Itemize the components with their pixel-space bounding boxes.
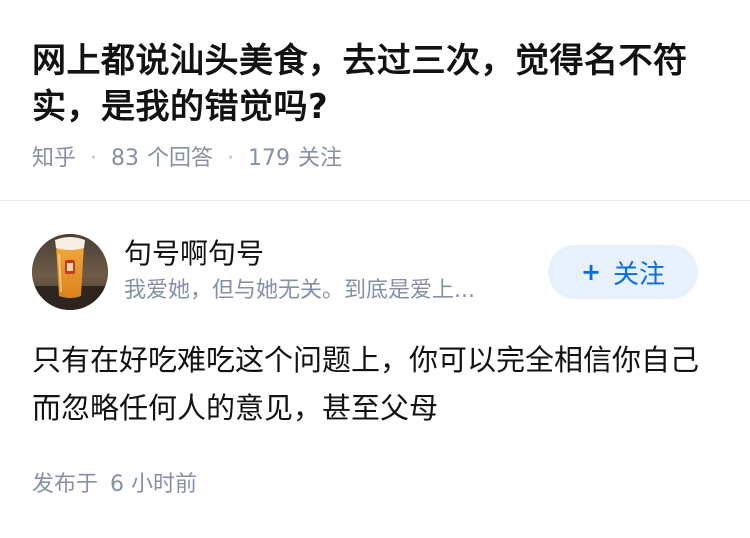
author-name[interactable]: 句号啊句号: [124, 236, 544, 272]
followers-label: 关注: [298, 146, 343, 171]
publish-time-label: 发布于: [32, 472, 99, 497]
avatar-beer-glass-photo-icon: [32, 234, 108, 310]
question-meta: 知乎 · 83 个回答 · 179 关注: [32, 144, 722, 174]
meta-separator-dot: ·: [90, 146, 98, 171]
answers-count: 83: [111, 146, 140, 171]
publish-time: 发布于 6 小时前: [32, 470, 197, 500]
plus-icon: +: [580, 258, 602, 286]
source-label[interactable]: 知乎: [32, 144, 76, 174]
section-divider: [0, 200, 750, 201]
author-info: 句号啊句号 我爱她，但与她无关。到底是爱上...: [124, 236, 544, 306]
question-title[interactable]: 网上都说汕头美食，去过三次，觉得名不符实，是我的错觉吗?: [32, 38, 722, 130]
author-card: 句号啊句号 我爱她，但与她无关。到底是爱上... + 关注: [32, 234, 718, 310]
answers-label[interactable]: 个回答: [147, 144, 213, 174]
avatar[interactable]: [32, 234, 108, 310]
publish-time-value: 6 小时前: [110, 472, 198, 497]
answer-page: 网上都说汕头美食，去过三次，觉得名不符实，是我的错觉吗? 知乎 · 83 个回答…: [0, 0, 750, 538]
followers-count: 179: [248, 146, 291, 171]
follow-button-label: 关注: [613, 259, 666, 290]
meta-separator-dot: ·: [227, 146, 235, 171]
author-bio: 我爱她，但与她无关。到底是爱上...: [124, 278, 475, 303]
follow-button[interactable]: + 关注: [548, 245, 698, 299]
question-header: 网上都说汕头美食，去过三次，觉得名不符实，是我的错觉吗? 知乎 · 83 个回答…: [32, 38, 722, 174]
answer-content: 只有在好吃难吃这个问题上，你可以完全相信你自己而忽略任何人的意见，甚至父母: [32, 343, 700, 425]
